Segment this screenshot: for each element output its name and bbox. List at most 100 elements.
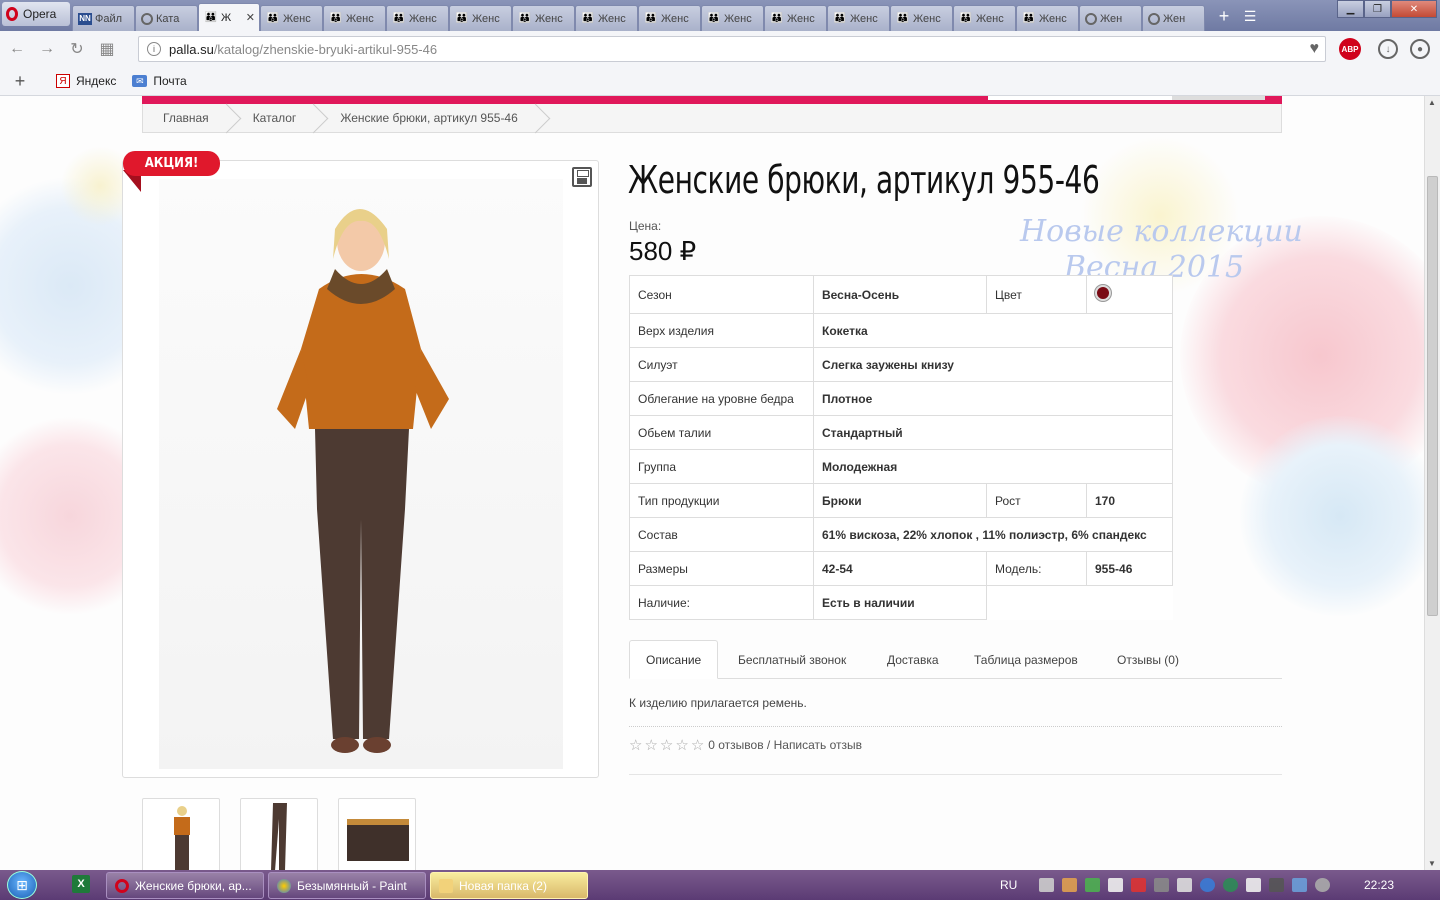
- nn-icon: NN: [78, 12, 92, 25]
- people-icon: 👪: [581, 13, 595, 24]
- site-info-icon[interactable]: i: [147, 42, 161, 56]
- taskbar-clock[interactable]: 22:23: [1364, 878, 1394, 892]
- bookmark-yandex[interactable]: Я Яндекс: [56, 74, 116, 88]
- thumbnail-2[interactable]: [240, 798, 318, 870]
- account-icon[interactable]: ●: [1410, 39, 1430, 59]
- download-icon[interactable]: ↓: [1378, 39, 1398, 59]
- browser-tab[interactable]: 👪 Женс: [890, 5, 953, 31]
- product-photo[interactable]: [159, 179, 563, 769]
- people-icon: 👪: [329, 13, 343, 24]
- excel-icon[interactable]: X: [72, 875, 90, 893]
- taskbar-item-folder[interactable]: Новая папка (2): [430, 872, 588, 899]
- color-swatch-icon[interactable]: [1095, 285, 1111, 301]
- browser-tab[interactable]: Жен: [1079, 5, 1142, 31]
- tab-menu-icon[interactable]: ☰: [1237, 5, 1263, 27]
- browser-tab[interactable]: 👪 Женс: [764, 5, 827, 31]
- tray-icon[interactable]: [1062, 878, 1078, 892]
- tab-reviews[interactable]: Отзывы (0): [1101, 640, 1195, 679]
- tray-icon[interactable]: [1039, 878, 1055, 892]
- browser-tab[interactable]: 👪 Женс: [512, 5, 575, 31]
- language-indicator[interactable]: RU: [1000, 878, 1017, 892]
- scrollbar-thumb[interactable]: [1427, 176, 1438, 616]
- browser-tab[interactable]: 👪 Женс: [386, 5, 449, 31]
- product-photo-frame[interactable]: [122, 160, 599, 778]
- add-bookmark-icon[interactable]: +: [0, 71, 40, 92]
- signal-icon[interactable]: [1177, 878, 1193, 892]
- description-text: К изделию прилагается ремень.: [629, 696, 807, 710]
- network-icon[interactable]: [1315, 878, 1331, 892]
- tray-icon[interactable]: [1200, 878, 1216, 892]
- tray-icon[interactable]: [1108, 878, 1124, 892]
- tab-free-call[interactable]: Бесплатный звонок: [722, 640, 862, 679]
- spec-label: Наличие:: [629, 585, 814, 620]
- folder-icon: [439, 878, 453, 893]
- browser-tab-label: Женс: [1039, 12, 1067, 25]
- close-tab-icon[interactable]: ✕: [246, 11, 255, 24]
- spec-value: 42-54: [813, 551, 987, 586]
- sale-badge: АКЦИЯ!: [123, 151, 220, 176]
- browser-tab[interactable]: Ката: [135, 5, 198, 31]
- browser-tab[interactable]: NN Файл: [72, 5, 135, 31]
- scroll-down-icon[interactable]: ▼: [1428, 859, 1436, 868]
- close-window-icon[interactable]: ✕: [1391, 0, 1437, 18]
- taskbar-item-paint[interactable]: Безымянный - Paint: [268, 872, 426, 899]
- browser-tab[interactable]: 👪 Женс: [1016, 5, 1079, 31]
- breadcrumb-home[interactable]: Главная: [143, 104, 231, 133]
- browser-tab[interactable]: 👪 Женс: [701, 5, 764, 31]
- speed-dial-icon[interactable]: ▦: [94, 36, 120, 62]
- new-tab-button[interactable]: +: [1211, 5, 1237, 27]
- browser-tab[interactable]: 👪 Ж ✕: [198, 3, 260, 31]
- tray-icon[interactable]: [1292, 878, 1308, 892]
- page-scrollbar[interactable]: ▲ ▼: [1424, 96, 1440, 870]
- browser-tab[interactable]: Жен: [1142, 5, 1205, 31]
- back-icon[interactable]: ←: [4, 36, 30, 62]
- tab-description[interactable]: Описание: [629, 640, 719, 679]
- minimize-icon[interactable]: ▁: [1337, 0, 1364, 18]
- shield-icon[interactable]: [1085, 878, 1101, 892]
- spec-row: Размеры 42-54 Модель: 955-46: [629, 551, 1173, 586]
- forward-icon[interactable]: →: [34, 36, 60, 62]
- scroll-up-icon[interactable]: ▲: [1428, 98, 1436, 107]
- save-image-icon[interactable]: [572, 167, 592, 187]
- browser-tab[interactable]: 👪 Женс: [575, 5, 638, 31]
- taskbar-item-label: Безымянный - Paint: [297, 878, 407, 893]
- adblock-icon[interactable]: ABP: [1339, 38, 1361, 60]
- volume-icon[interactable]: [1246, 878, 1262, 892]
- thumbnail-3[interactable]: [338, 798, 416, 870]
- tray-icon[interactable]: [1154, 878, 1170, 892]
- bookmark-mail[interactable]: ✉ Почта: [132, 74, 187, 88]
- search-button-edge[interactable]: [1172, 96, 1265, 100]
- browser-tab[interactable]: 👪 Женс: [827, 5, 890, 31]
- browser-tab[interactable]: 👪 Женс: [638, 5, 701, 31]
- taskbar-item-opera[interactable]: Женские брюки, ар...: [106, 872, 264, 899]
- tab-size-table[interactable]: Таблица размеров: [958, 640, 1094, 679]
- opera-menu-button[interactable]: Opera: [2, 2, 70, 26]
- restore-icon[interactable]: ❐: [1364, 0, 1391, 18]
- taskbar-item-label: Новая папка (2): [459, 878, 547, 893]
- thumbnail-1[interactable]: [142, 798, 220, 870]
- tab-delivery[interactable]: Доставка: [871, 640, 955, 679]
- search-input-edge[interactable]: [988, 96, 1172, 100]
- tray-icon[interactable]: [1131, 878, 1147, 892]
- browser-tab[interactable]: 👪 Женс: [449, 5, 512, 31]
- utorrent-icon[interactable]: [1223, 878, 1239, 892]
- browser-tab-label: Женс: [409, 12, 437, 25]
- tray-icon[interactable]: [1269, 878, 1285, 892]
- star-icon: ☆: [675, 737, 689, 754]
- breadcrumb-current[interactable]: Женские брюки, артикул 955-46: [318, 104, 539, 133]
- paint-icon: [277, 878, 291, 893]
- reload-icon[interactable]: ↻: [64, 36, 90, 62]
- browser-tab[interactable]: 👪 Женс: [260, 5, 323, 31]
- people-icon: 👪: [896, 13, 910, 24]
- reviews-link[interactable]: 0 отзывов / Написать отзыв: [708, 738, 862, 752]
- spec-row: Состав 61% вискоза, 22% хлопок , 11% пол…: [629, 517, 1173, 552]
- start-button[interactable]: ⊞: [0, 870, 44, 900]
- spec-label: Цвет: [986, 275, 1087, 314]
- url-field[interactable]: i palla.su/katalog/zhenskie-bryuki-artik…: [138, 36, 1326, 62]
- breadcrumb-catalog[interactable]: Каталог: [231, 104, 319, 133]
- bookmark-label: Яндекс: [76, 74, 117, 88]
- bookmark-heart-icon[interactable]: ♥: [1310, 40, 1320, 58]
- people-icon: 👪: [266, 13, 280, 24]
- browser-tab[interactable]: 👪 Женс: [953, 5, 1016, 31]
- browser-tab[interactable]: 👪 Женс: [323, 5, 386, 31]
